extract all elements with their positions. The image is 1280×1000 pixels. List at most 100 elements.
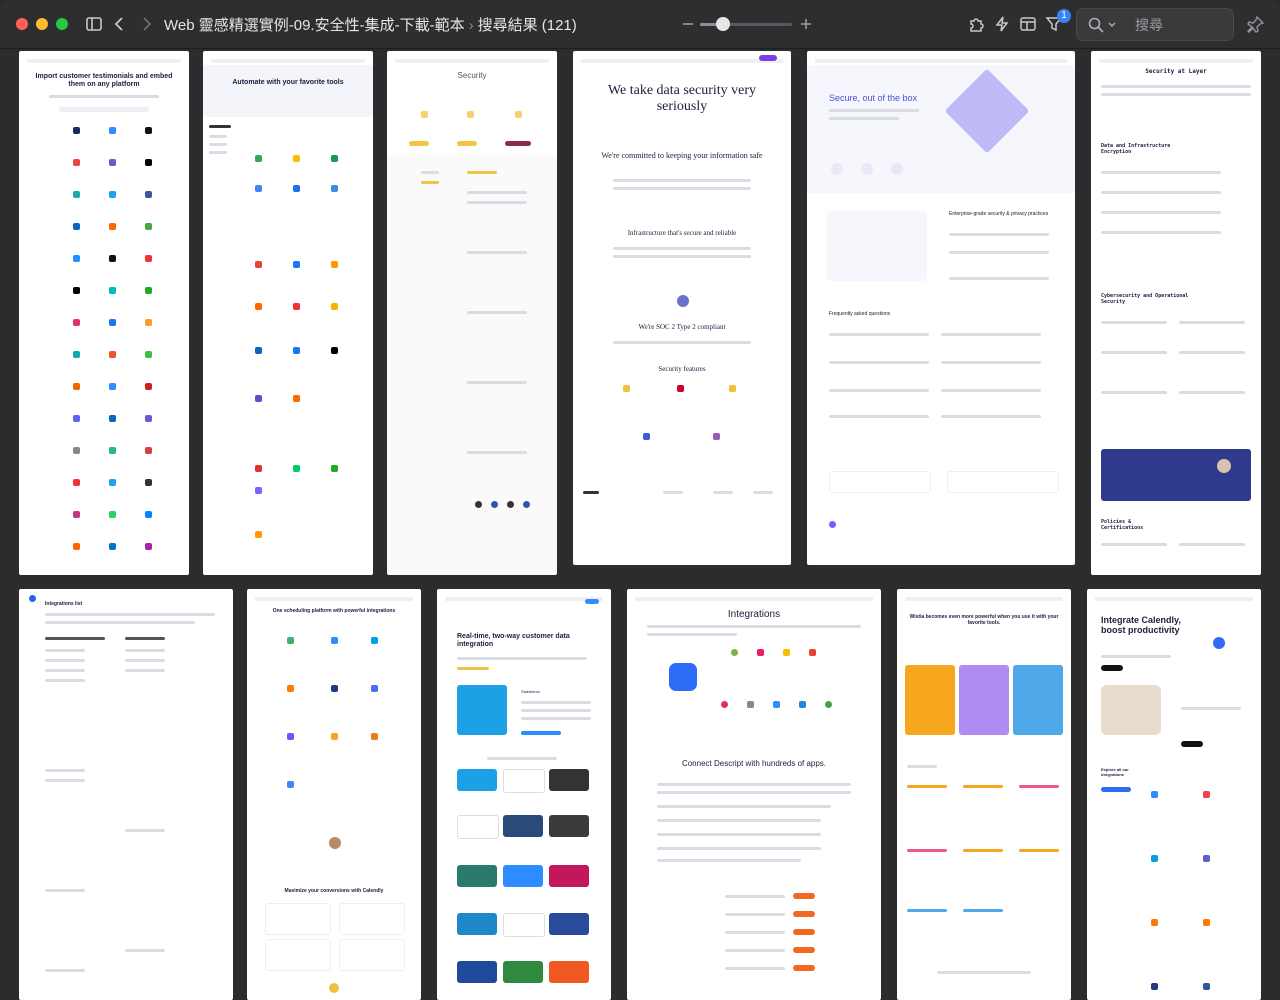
logo-icon — [1151, 791, 1158, 798]
logo-icon — [145, 255, 152, 262]
zoom-in-icon[interactable] — [794, 12, 818, 36]
thumb-text-line — [467, 251, 527, 254]
thumb-text-line — [1101, 231, 1221, 234]
forward-icon[interactable] — [134, 12, 158, 36]
thumb-text-line — [1101, 321, 1167, 324]
thumb-nav — [445, 597, 603, 601]
thumb-heading: Import customer testimonials and embed t… — [35, 73, 173, 89]
thumb-text-line — [45, 769, 85, 772]
thumbnail-2[interactable]: Automate with your favorite tools — [203, 51, 373, 575]
zoom-button[interactable] — [56, 18, 68, 30]
logo-icon — [331, 155, 338, 162]
thumb-text-line — [829, 415, 929, 418]
thumb-text-line — [963, 849, 1003, 852]
minimize-button[interactable] — [36, 18, 48, 30]
integration-icon — [773, 701, 780, 708]
thumb-text-line — [613, 187, 751, 190]
lightning-icon[interactable] — [990, 12, 1014, 36]
logo-tile — [503, 769, 545, 793]
thumb-nav — [211, 59, 365, 63]
logo-icon — [331, 261, 338, 268]
logo-icon — [109, 383, 116, 390]
thumbnail-3[interactable]: Security — [387, 51, 557, 575]
thumb-text-line — [1019, 849, 1059, 852]
thumbnail-4[interactable]: We take data security very seriously We'… — [573, 51, 791, 565]
integration-hub-icon — [1213, 637, 1225, 649]
thumb-subheading: Maximize your conversions with Calendly — [284, 888, 384, 894]
logo-icon — [1203, 791, 1210, 798]
layout-icon[interactable] — [1016, 12, 1040, 36]
close-button[interactable] — [16, 18, 28, 30]
thumb-text-line — [941, 361, 1041, 364]
thumbnail-5[interactable]: Secure, out of the box Enterprise-grade … — [807, 51, 1075, 565]
thumb-text-line — [663, 491, 683, 494]
feature-icon — [515, 111, 522, 118]
thumb-text-line — [125, 659, 165, 662]
logo-icon — [145, 159, 152, 166]
thumb-text-line — [209, 151, 227, 154]
logo-tile — [457, 865, 497, 887]
window-title: Web 靈感精選實例-09.安全性-集成-下載-範本 › 搜尋結果 (121) — [164, 14, 577, 35]
thumbnail-10[interactable]: Integrations Connect Descript with hundr… — [627, 589, 881, 1000]
badge-icon — [491, 501, 498, 508]
pin-icon[interactable] — [1244, 12, 1268, 36]
thumbnail-size-slider[interactable] — [700, 17, 792, 31]
search-field[interactable] — [1076, 8, 1234, 41]
dropbox-icon — [799, 701, 806, 708]
thumb-card — [827, 211, 927, 281]
zoom-out-icon[interactable] — [676, 12, 700, 36]
sidebar-toggle-icon[interactable] — [82, 12, 106, 36]
search-input[interactable] — [1133, 15, 1227, 35]
feature-icon — [467, 111, 474, 118]
slider-knob[interactable] — [716, 17, 730, 31]
thumb-text-line — [1101, 85, 1251, 88]
thumb-heading: Wistia becomes even more powerful when y… — [909, 614, 1059, 626]
back-icon[interactable] — [108, 12, 132, 36]
thumb-text-line — [657, 783, 851, 786]
slack-icon — [757, 649, 764, 656]
logo-icon — [109, 447, 116, 454]
thumb-text-line — [1181, 707, 1241, 710]
thumbnail-6[interactable]: Security at Layer Data and Infrastructur… — [1091, 51, 1261, 575]
feature-icon — [677, 385, 684, 392]
zap-button — [793, 947, 815, 953]
logo-icon — [255, 303, 262, 310]
thumbnail-8[interactable]: One scheduling platform with powerful in… — [247, 589, 421, 1000]
chevron-down-icon[interactable] — [1107, 16, 1117, 34]
logo-icon — [145, 223, 152, 230]
thumb-nav — [635, 597, 873, 601]
thumb-text-line — [209, 125, 231, 128]
thumb-text-line — [457, 657, 587, 660]
thumb-text-line — [657, 819, 821, 822]
thumb-text-line — [467, 311, 527, 314]
salesforce-logo — [457, 685, 507, 735]
thumb-footer-logo — [583, 491, 599, 494]
thumb-nav — [905, 597, 1063, 601]
thumbnail-11[interactable]: Wistia becomes even more powerful when y… — [897, 589, 1071, 1000]
thumb-button — [505, 141, 531, 146]
thumb-text-line — [613, 247, 751, 250]
logo-icon — [331, 347, 338, 354]
thumb-text-line — [941, 415, 1041, 418]
thumb-testimonial-banner — [1101, 449, 1251, 501]
thumb-subheading: Enterprise-grade security & privacy prac… — [949, 211, 1049, 217]
thumb-text-line — [125, 829, 165, 832]
extension-icon[interactable] — [964, 12, 988, 36]
logo-icon — [109, 319, 116, 326]
integration-icon — [747, 701, 754, 708]
integration-icon — [731, 649, 738, 656]
thumb-text-line — [45, 637, 105, 640]
thumbnail-12[interactable]: Integrate Calendly, boost productivity E… — [1087, 589, 1261, 1000]
logo-icon — [331, 303, 338, 310]
feature-icon — [713, 433, 720, 440]
thumbnail-7[interactable]: Integrations list — [19, 589, 233, 1000]
logo-tile — [549, 815, 589, 837]
logo-icon — [145, 383, 152, 390]
thumb-text-line — [45, 659, 85, 662]
thumbnail-9[interactable]: Real-time, two-way customer data integra… — [437, 589, 611, 1000]
thumb-text-line — [45, 649, 85, 652]
thumbnail-1[interactable]: Import customer testimonials and embed t… — [19, 51, 189, 575]
thumb-text-line — [941, 389, 1041, 392]
thumb-text-line — [521, 709, 591, 712]
logo-icon — [73, 191, 80, 198]
